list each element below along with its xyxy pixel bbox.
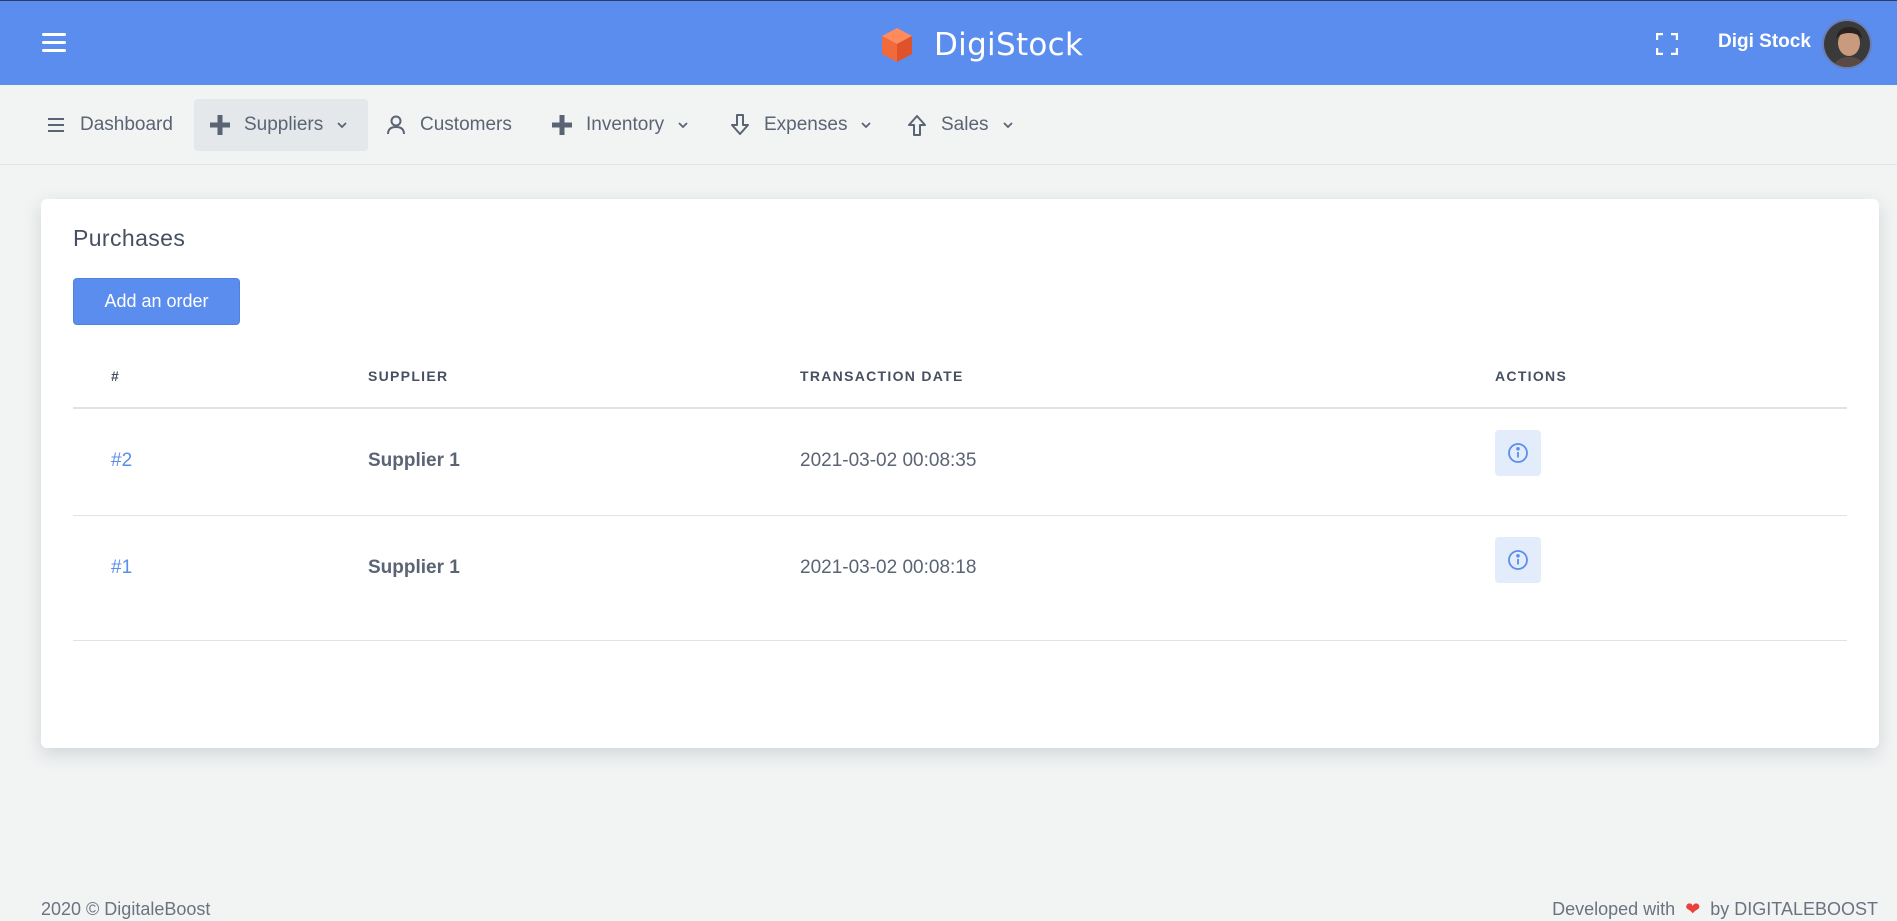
brand-name: DigiStock xyxy=(934,27,1084,63)
footer-developed-suffix[interactable]: by DIGITALEBOOST xyxy=(1710,899,1878,920)
info-button[interactable] xyxy=(1495,430,1541,476)
column-header-number: # xyxy=(111,368,121,384)
plus-icon xyxy=(552,115,572,135)
table-header-divider xyxy=(73,407,1847,409)
column-header-actions: ACTIONS xyxy=(1495,368,1568,384)
fullscreen-icon[interactable] xyxy=(1656,33,1678,55)
heart-icon: ❤ xyxy=(1685,899,1701,919)
purchases-card: Purchases Add an order # SUPPLIER TRANSA… xyxy=(41,199,1879,748)
chevron-down-icon xyxy=(861,122,872,129)
brand-logo[interactable]: DigiStock xyxy=(880,25,1083,65)
top-header: DigiStock Digi Stock xyxy=(0,0,1897,85)
nav-item-label: Sales xyxy=(941,114,989,135)
footer-developed-prefix: Developed with xyxy=(1552,899,1676,919)
arrow-up-icon xyxy=(907,115,927,136)
column-header-supplier: SUPPLIER xyxy=(368,368,449,384)
cube-logo-icon xyxy=(882,28,912,62)
table-bottom-divider xyxy=(73,640,1847,641)
transaction-date: 2021-03-02 00:08:35 xyxy=(800,450,977,471)
page-title: Purchases xyxy=(73,225,186,251)
nav-item-sales[interactable]: Sales xyxy=(907,99,1015,151)
supplier-name: Supplier 1 xyxy=(368,557,460,578)
chevron-down-icon xyxy=(1002,122,1013,129)
nav-item-customers[interactable]: Customers xyxy=(386,99,512,151)
plus-icon xyxy=(210,115,230,135)
footer-copyright: 2020 © DigitaleBoost xyxy=(41,899,211,919)
nav-item-label: Expenses xyxy=(764,114,848,135)
nav-item-dashboard[interactable]: Dashboard xyxy=(46,99,173,151)
nav-item-label: Inventory xyxy=(586,114,665,135)
chevron-down-icon xyxy=(337,122,347,129)
transaction-date: 2021-03-02 00:08:18 xyxy=(800,557,977,578)
info-icon xyxy=(1508,443,1528,463)
nav-item-label: Customers xyxy=(420,114,512,135)
user-name[interactable]: Digi Stock xyxy=(1718,31,1811,53)
info-icon xyxy=(1508,550,1528,570)
hamburger-menu-icon[interactable] xyxy=(42,33,66,53)
supplier-name: Supplier 1 xyxy=(368,450,460,471)
nav-item-expenses[interactable]: Expenses xyxy=(730,99,873,151)
column-header-transaction-date: TRANSACTION DATE xyxy=(800,368,964,384)
chevron-down-icon xyxy=(678,122,688,129)
user-icon xyxy=(386,115,406,135)
nav-item-label: Suppliers xyxy=(244,114,324,135)
arrow-down-icon xyxy=(730,114,750,135)
nav-item-inventory[interactable]: Inventory xyxy=(552,99,690,151)
order-id-link[interactable]: #2 xyxy=(111,450,132,472)
footer-credits: Developed with ❤ by DIGITALEBOOST xyxy=(1552,899,1878,920)
menu-lines-icon xyxy=(46,115,66,135)
info-button[interactable] xyxy=(1495,537,1541,583)
order-id-link[interactable]: #1 xyxy=(111,557,132,579)
row-divider xyxy=(73,515,1847,516)
add-order-button[interactable]: Add an order xyxy=(73,278,240,325)
nav-item-label: Dashboard xyxy=(80,114,173,135)
avatar[interactable] xyxy=(1822,19,1872,69)
main-navigation: Dashboard Suppliers Customers Inventory … xyxy=(0,85,1897,165)
nav-item-suppliers[interactable]: Suppliers xyxy=(194,99,368,151)
